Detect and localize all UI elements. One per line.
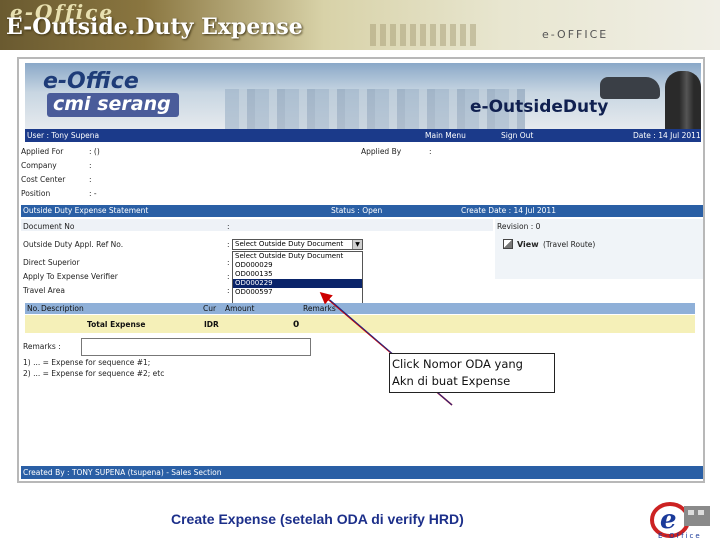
callout-line-2: Akn di buat Expense bbox=[392, 374, 511, 388]
slide: e-Office E-Outside.Duty Expense e-OFFICE… bbox=[0, 0, 720, 540]
callout-box: Click Nomor ODA yang Akn di buat Expense bbox=[389, 353, 555, 393]
callout-arrow bbox=[319, 292, 453, 406]
brand-logo-text: E-Office bbox=[658, 532, 702, 540]
svg-text:e: e bbox=[660, 505, 677, 535]
slide-caption: Create Expense (setelah ODA di verify HR… bbox=[171, 511, 464, 527]
e-office-logo-icon: e E-Office bbox=[650, 502, 710, 540]
callout-line-1: Click Nomor ODA yang bbox=[392, 357, 523, 371]
